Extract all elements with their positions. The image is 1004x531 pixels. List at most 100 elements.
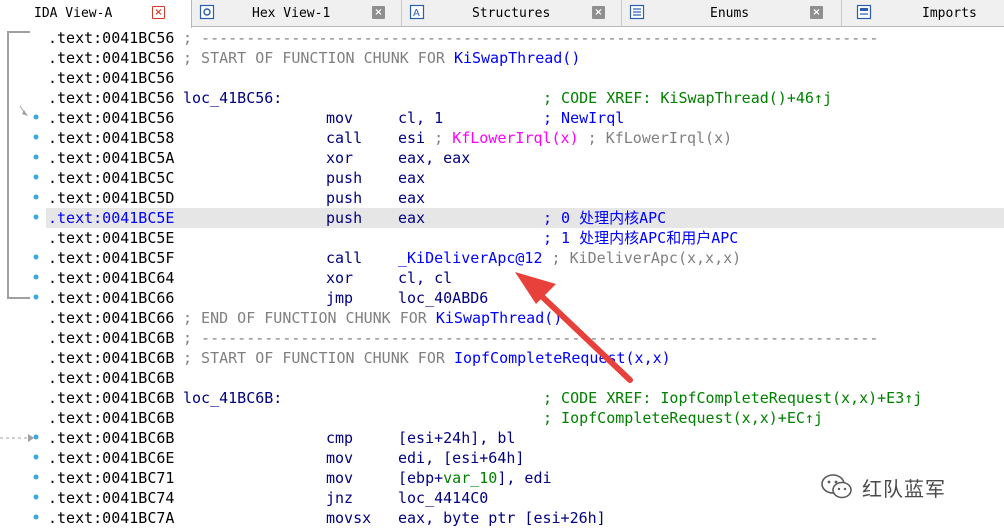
address: .text:0041BC5E xyxy=(48,209,175,227)
mnemonic: call xyxy=(326,249,363,267)
mnemonic: push xyxy=(326,209,363,227)
code-label[interactable]: loc_41BC56: xyxy=(183,88,282,108)
mnemonic: mov xyxy=(326,109,354,127)
mnemonic: mov xyxy=(326,469,354,487)
operands[interactable]: esi ; KfLowerIrql(x) ; KfLowerIrql(x) xyxy=(398,128,732,148)
address: .text:0041BC7A xyxy=(48,509,175,527)
operands[interactable]: loc_4414C0 xyxy=(398,488,488,508)
address: .text:0041BC6B xyxy=(48,409,175,427)
mnemonic: mov xyxy=(326,449,354,467)
listing-line[interactable]: .text:0041BC56 loc_41BC56: ; CODE XREF: Ki… xyxy=(46,88,1004,108)
tab-ida-view-a[interactable]: IDA View-A × xyxy=(0,0,192,28)
listing-line[interactable]: .text:0041BC5A xor eax, eax xyxy=(46,148,1004,168)
address: .text:0041BC56 xyxy=(48,29,175,47)
listing-line[interactable]: .text:0041BC64 xor cl, cl xyxy=(46,268,1004,288)
listing-line[interactable]: .text:0041BC66 jmp loc_40ABD6 xyxy=(46,288,1004,308)
svg-text:A: A xyxy=(413,8,420,19)
operands[interactable]: eax xyxy=(398,168,425,188)
address: .text:0041BC6B xyxy=(48,429,175,447)
chunk-comment-text: ; START OF FUNCTION CHUNK FOR xyxy=(183,49,454,67)
listing-line[interactable]: .text:0041BC66 ; END OF FUNCTION CHUNK FO… xyxy=(46,308,1004,328)
listing-line[interactable]: .text:0041BC6B xyxy=(46,368,1004,388)
tab-label: Structures xyxy=(472,6,551,21)
callee-name[interactable]: _KiDeliverApc@12 xyxy=(398,249,543,267)
listing-line[interactable]: .text:0041BC6B ; ------------------------… xyxy=(46,328,1004,348)
function-name-link[interactable]: KiSwapThread() xyxy=(454,49,580,67)
listing-line[interactable]: .text:0041BC5C push eax xyxy=(46,168,1004,188)
disassembly-listing[interactable]: .text:0041BC56 ; ------------------------… xyxy=(46,28,1004,531)
stack-variable[interactable]: var_10 xyxy=(443,469,497,487)
listing-line[interactable]: .text:0041BC6B ; IopfCompleteRequest(x,x)… xyxy=(46,408,1004,428)
address: .text:0041BC5A xyxy=(48,149,175,167)
operand-text: [esi+24h], bl xyxy=(398,429,516,447)
operand-text: eax, eax xyxy=(398,149,471,167)
chunk-comment-text: ; END OF FUNCTION CHUNK FOR xyxy=(183,309,436,327)
address: .text:0041BC56 xyxy=(48,69,175,87)
mnemonic: push xyxy=(326,189,363,207)
tab-label: IDA View-A xyxy=(34,6,113,21)
tab-enums[interactable]: Enums × xyxy=(622,0,842,27)
operands[interactable]: [ebp+var_10], edi xyxy=(398,468,552,488)
function-name-link[interactable]: KiSwapThread() xyxy=(436,309,562,327)
operands[interactable]: loc_40ABD6 xyxy=(398,288,488,308)
tab-structures[interactable]: A Structures × xyxy=(402,0,622,27)
address: .text:0041BC6B xyxy=(48,329,175,347)
enums-icon xyxy=(629,4,645,20)
separator-comment: ; --------------------------------------… xyxy=(183,329,879,347)
operands[interactable]: cl, cl xyxy=(398,268,452,288)
listing-line[interactable]: .text:0041BC56 mov cl, 1 ; NewIrql xyxy=(46,108,1004,128)
wechat-icon xyxy=(821,474,852,499)
xref-comment[interactable]: ; CODE XREF: IopfCompleteRequest(x,x)+E3… xyxy=(543,388,922,408)
function-name-link[interactable]: IopfCompleteRequest(x,x) xyxy=(454,349,671,367)
operand-text: eax, byte ptr [esi+26h] xyxy=(398,509,606,527)
mnemonic: cmp xyxy=(326,429,354,447)
listing-line[interactable]: .text:0041BC5F call _KiDeliverApc@12 ; KiD… xyxy=(46,248,1004,268)
listing-line[interactable]: .text:0041BC6B cmp [esi+24h], bl xyxy=(46,428,1004,448)
address: .text:0041BC5F xyxy=(48,249,175,267)
listing-line[interactable]: .text:0041BC58 call esi ; KfLowerIrql(x) ;… xyxy=(46,128,1004,148)
operands[interactable]: eax xyxy=(398,208,425,228)
address: .text:0041BC5D xyxy=(48,189,175,207)
operands[interactable]: eax, eax xyxy=(398,148,470,168)
operands[interactable]: eax, byte ptr [esi+26h] xyxy=(398,508,606,528)
listing-line[interactable]: .text:0041BC6B ; START OF FUNCTION CHUNK … xyxy=(46,348,1004,368)
address: .text:0041BC6B xyxy=(48,369,175,387)
close-icon[interactable]: × xyxy=(372,6,385,19)
address: .text:0041BC66 xyxy=(48,289,175,307)
xref-comment[interactable]: ; IopfCompleteRequest(x,x)+EC↑j xyxy=(543,408,823,428)
listing-line[interactable]: .text:0041BC6B loc_41BC6B: ; CODE XREF: Io… xyxy=(46,388,1004,408)
watermark: 红队蓝军 xyxy=(820,472,946,502)
close-icon[interactable]: × xyxy=(592,6,605,19)
listing-line[interactable]: .text:0041BC5D push eax xyxy=(46,188,1004,208)
operands[interactable]: edi, [esi+64h] xyxy=(398,448,524,468)
xref-comment[interactable]: ; CODE XREF: KiSwapThread()+46↑j xyxy=(543,88,832,108)
code-label[interactable]: loc_41BC6B: xyxy=(183,388,282,408)
listing-line[interactable]: .text:0041BC56 ; START OF FUNCTION CHUNK … xyxy=(46,48,1004,68)
address: .text:0041BC6B xyxy=(48,349,175,367)
listing-line[interactable]: .text:0041BC56 ; ------------------------… xyxy=(46,28,1004,48)
call-comment: ; xyxy=(434,129,453,147)
operands[interactable]: cl, 1 xyxy=(398,108,443,128)
listing-line[interactable]: .text:0041BC7A movsx eax, byte ptr [esi+26… xyxy=(46,508,1004,528)
tab-imports[interactable]: Imports xyxy=(842,0,1004,27)
listing-line[interactable]: .text:0041BC5E push eax ; 0 处理内核APC xyxy=(46,208,1004,228)
listing-line[interactable]: .text:0041BC6E mov edi, [esi+64h] xyxy=(46,448,1004,468)
operand-text: edi, [esi+64h] xyxy=(398,449,525,467)
chunk-comment-text: ; START OF FUNCTION CHUNK FOR xyxy=(183,349,454,367)
operands[interactable]: [esi+24h], bl xyxy=(398,428,515,448)
close-icon[interactable]: × xyxy=(810,6,823,19)
tab-hex-view-1[interactable]: Hex View-1 × xyxy=(192,0,402,27)
tab-label: Enums xyxy=(710,6,750,21)
address: .text:0041BC74 xyxy=(48,489,175,507)
import-function-name[interactable]: KfLowerIrql(x) xyxy=(452,129,578,147)
operand-text: [ebp+ xyxy=(398,469,444,487)
address: .text:0041BC56 xyxy=(48,49,175,67)
close-icon[interactable]: × xyxy=(152,6,165,19)
operands[interactable]: _KiDeliverApc@12 ; KiDeliverApc(x,x,x) xyxy=(398,248,741,268)
operands[interactable]: eax xyxy=(398,188,425,208)
listing-line[interactable]: .text:0041BC5E ; 1 处理内核APC和用户APC xyxy=(46,228,1004,248)
mnemonic: call xyxy=(326,129,363,147)
address: .text:0041BC56 xyxy=(48,89,175,107)
listing-line[interactable]: .text:0041BC56 xyxy=(46,68,1004,88)
address: .text:0041BC66 xyxy=(48,309,175,327)
